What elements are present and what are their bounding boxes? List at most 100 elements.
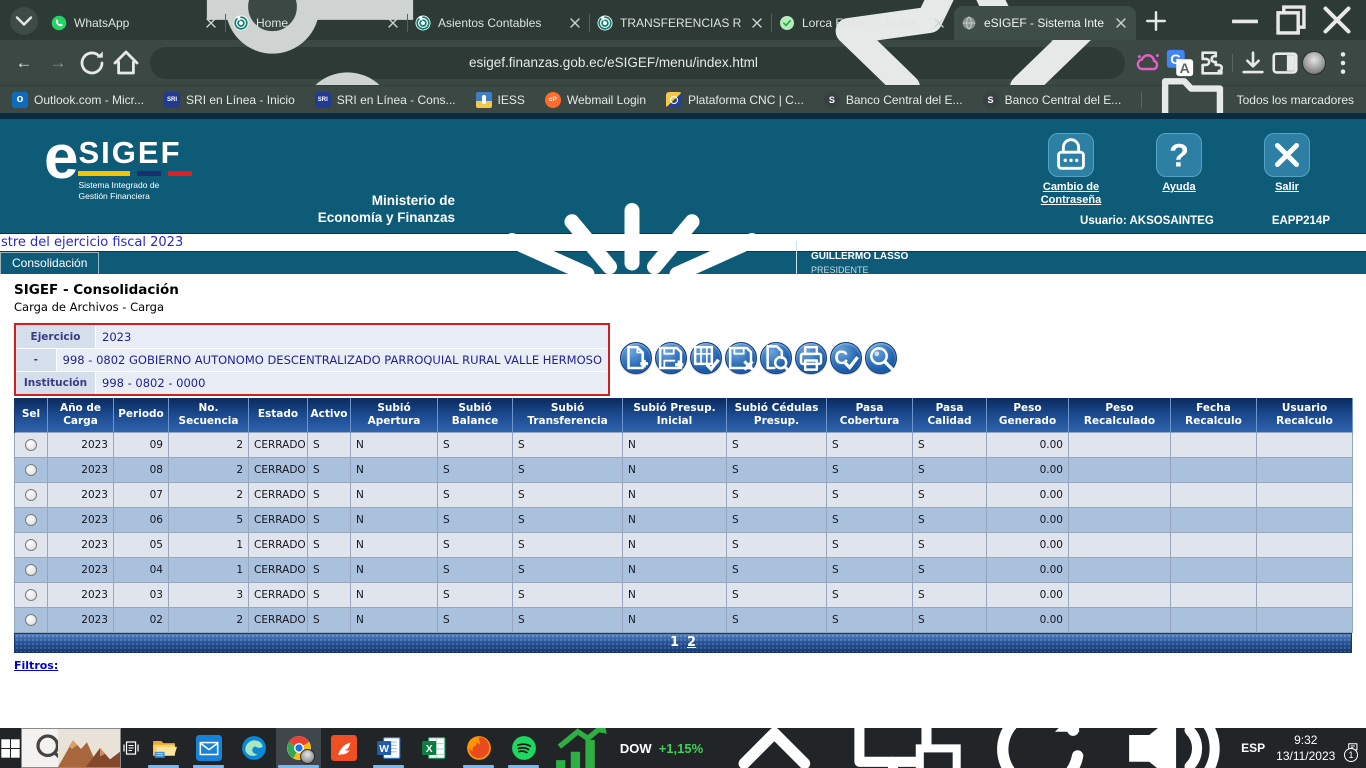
- table-row: 2023033CERRADOSNSSNSSS0.00: [15, 582, 1353, 607]
- table-cell: N: [623, 457, 727, 482]
- bookmark-item[interactable]: Outlook.com - Micr...: [12, 92, 144, 108]
- column-header: Estado: [249, 398, 308, 432]
- restore-button[interactable]: [1268, 0, 1314, 40]
- table-cell: 0.00: [987, 607, 1069, 632]
- tab-close-icon[interactable]: [1113, 15, 1129, 31]
- bookmark-item[interactable]: Webmail Login: [545, 92, 646, 108]
- bookmark-label: Plataforma CNC | C...: [688, 93, 804, 107]
- browser-tab[interactable]: WhatsApp: [44, 6, 226, 40]
- table-cell: [1171, 582, 1257, 607]
- row-select-radio[interactable]: [25, 439, 37, 451]
- table-cell: 2: [169, 457, 249, 482]
- header-action-button[interactable]: Salir: [1244, 133, 1330, 207]
- table-cell: 2: [169, 432, 249, 457]
- row-select-radio[interactable]: [25, 514, 37, 526]
- bookmark-item[interactable]: Plataforma CNC | C...: [666, 92, 804, 108]
- language-indicator[interactable]: ESP: [1241, 741, 1265, 755]
- filters-link[interactable]: Filtros:: [14, 659, 58, 672]
- browser-tab[interactable]: TRANSFERENCIAS RE: [590, 6, 772, 40]
- row-select-radio[interactable]: [25, 539, 37, 551]
- table-body: 2023092CERRADOSNSSNSSS0.00 2023082CERRAD…: [15, 432, 1353, 632]
- toolbar-button[interactable]: [760, 342, 792, 374]
- bookmark-label: Outlook.com - Micr...: [34, 93, 144, 107]
- browser-tab[interactable]: Lorca Editor — El cor: [772, 6, 954, 40]
- row-select-radio[interactable]: [25, 464, 37, 476]
- tab-search-button[interactable]: [10, 7, 38, 35]
- taskbar-app-button[interactable]: [321, 728, 366, 768]
- table-cell: N: [623, 557, 727, 582]
- taskbar-app-button[interactable]: [231, 728, 276, 768]
- address-bar[interactable]: esigef.finanzas.gob.ec/eSIGEF/menu/index…: [150, 47, 1125, 79]
- page-link[interactable]: 1: [670, 635, 679, 650]
- header-action-button[interactable]: Cambio de Contraseña: [1028, 133, 1114, 207]
- notification-center-button[interactable]: 1: [1346, 728, 1360, 768]
- bookmark-item[interactable]: Banco Central del E...: [824, 92, 963, 108]
- bookmark-item[interactable]: SRI en Línea - Inicio: [164, 92, 295, 108]
- bookmark-favicon: [983, 92, 999, 108]
- table-cell: S: [827, 507, 913, 532]
- url-text[interactable]: esigef.finanzas.gob.ec/eSIGEF/menu/index…: [469, 55, 806, 70]
- taskbar-app-button[interactable]: [276, 728, 321, 768]
- table-cell: S: [727, 507, 827, 532]
- row-select-radio[interactable]: [25, 589, 37, 601]
- table-cell: S: [827, 432, 913, 457]
- home-button[interactable]: [110, 47, 142, 79]
- form-row: Ejercicio 2023: [16, 325, 608, 348]
- minimize-button[interactable]: [1222, 0, 1268, 40]
- tab-close-icon[interactable]: [385, 15, 401, 31]
- taskbar-app-icon: [241, 735, 267, 761]
- tab-close-icon[interactable]: [931, 15, 947, 31]
- row-select-radio[interactable]: [25, 614, 37, 626]
- taskbar-app-button[interactable]: [501, 728, 546, 768]
- bookmark-item[interactable]: IESS: [476, 92, 525, 108]
- start-button[interactable]: [0, 728, 21, 768]
- toolbar-button-icon: [691, 343, 721, 373]
- toolbar-button[interactable]: [725, 342, 757, 374]
- toolbar-button[interactable]: [690, 342, 722, 374]
- header-action-button[interactable]: ? Ayuda: [1136, 133, 1222, 207]
- taskbar-search[interactable]: Buscar: [21, 728, 121, 768]
- table-cell: [1171, 532, 1257, 557]
- taskbar-app-button[interactable]: [141, 728, 186, 768]
- reload-button[interactable]: [76, 47, 108, 79]
- table-row: 2023041CERRADOSNSSNSSS0.00: [15, 557, 1353, 582]
- search-daily-image: [58, 729, 120, 767]
- toolbar-button[interactable]: [865, 342, 897, 374]
- logo-bars: [78, 171, 192, 176]
- page-link[interactable]: 2: [687, 635, 696, 650]
- taskbar-app-button[interactable]: W: [366, 728, 411, 768]
- tab-label: TRANSFERENCIAS RE: [620, 16, 742, 30]
- new-tab-button[interactable]: [1142, 7, 1170, 35]
- row-select-radio[interactable]: [25, 564, 37, 576]
- taskbar-app-button[interactable]: X: [411, 728, 456, 768]
- browser-tab[interactable]: Asientos Contables: [408, 6, 590, 40]
- toolbar-button[interactable]: [655, 342, 687, 374]
- forward-button[interactable]: →: [42, 47, 74, 79]
- bookmark-item[interactable]: SRI en Línea - Cons...: [315, 92, 456, 108]
- browser-tab[interactable]: Home: [226, 6, 408, 40]
- table-cell: 2023: [48, 507, 114, 532]
- form-label: -: [16, 349, 57, 371]
- tab-close-icon[interactable]: [567, 15, 583, 31]
- taskbar-app-button[interactable]: [186, 728, 231, 768]
- table-cell: CERRADO: [249, 607, 308, 632]
- close-button[interactable]: [1314, 0, 1360, 40]
- browser-tab[interactable]: eSIGEF - Sistema Inte: [954, 6, 1136, 40]
- table-cell: CERRADO: [249, 507, 308, 532]
- table-cell: [1069, 507, 1171, 532]
- toolbar-button[interactable]: C: [830, 342, 862, 374]
- clock[interactable]: 9:32 13/11/2023: [1276, 732, 1335, 764]
- taskbar-app-button[interactable]: [456, 728, 501, 768]
- row-select-radio[interactable]: [25, 489, 37, 501]
- menu-item-consolidacion[interactable]: Consolidación: [0, 252, 99, 274]
- task-view-button[interactable]: [121, 728, 141, 768]
- toolbar-button[interactable]: [795, 342, 827, 374]
- table-cell: S: [727, 607, 827, 632]
- tab-close-icon[interactable]: [749, 15, 765, 31]
- toolbar-button[interactable]: [620, 342, 652, 374]
- back-button[interactable]: ←: [8, 47, 40, 79]
- tab-close-icon[interactable]: [203, 15, 219, 31]
- bookmark-item[interactable]: Banco Central del E...: [983, 92, 1122, 108]
- table-cell: N: [351, 482, 438, 507]
- table-cell: S: [513, 532, 623, 557]
